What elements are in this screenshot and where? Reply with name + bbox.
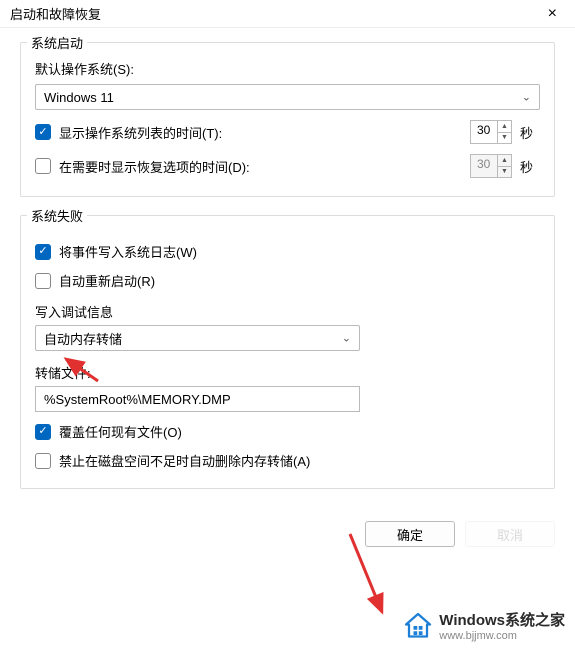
house-icon bbox=[403, 611, 433, 641]
dump-type-select[interactable]: 自动内存转储 ⌄ bbox=[35, 325, 360, 351]
system-failure-legend: 系统失败 bbox=[27, 206, 87, 225]
debug-info-label: 写入调试信息 bbox=[35, 302, 540, 321]
ok-button[interactable]: 确定 bbox=[365, 521, 455, 547]
dump-file-label: 转储文件: bbox=[35, 363, 540, 382]
dialog-buttons: 确定 取消 bbox=[0, 517, 575, 551]
chevron-down-icon: ⌄ bbox=[522, 91, 531, 104]
ok-label: 确定 bbox=[397, 525, 423, 544]
dump-file-value: %SystemRoot%\MEMORY.DMP bbox=[44, 392, 231, 407]
dump-file-input[interactable]: %SystemRoot%\MEMORY.DMP bbox=[35, 386, 360, 412]
default-os-value: Windows 11 bbox=[44, 90, 114, 105]
system-failure-group: 系统失败 将事件写入系统日志(W) 自动重新启动(R) 写入调试信息 自动内存转… bbox=[20, 215, 555, 489]
show-os-list-checkbox[interactable] bbox=[35, 124, 51, 140]
write-event-row: 将事件写入系统日志(W) bbox=[35, 242, 540, 261]
overwrite-label: 覆盖任何现有文件(O) bbox=[59, 422, 182, 441]
auto-restart-label: 自动重新启动(R) bbox=[59, 271, 155, 290]
show-os-list-seconds[interactable]: 30 ▲ ▼ bbox=[470, 120, 512, 144]
window-title: 启动和故障恢复 bbox=[10, 4, 101, 23]
dump-type-value: 自动内存转储 bbox=[44, 329, 122, 348]
overwrite-checkbox[interactable] bbox=[35, 424, 51, 440]
auto-restart-row: 自动重新启动(R) bbox=[35, 271, 540, 290]
close-button[interactable]: × bbox=[540, 3, 565, 25]
spinner-arrows: ▲ ▼ bbox=[497, 155, 511, 177]
overwrite-row: 覆盖任何现有文件(O) bbox=[35, 422, 540, 441]
watermark-title: Windows系统之家 bbox=[439, 612, 565, 629]
titlebar: 启动和故障恢复 × bbox=[0, 0, 575, 28]
cancel-label: 取消 bbox=[497, 525, 523, 544]
watermark-text: Windows系统之家 www.bjjmw.com bbox=[439, 609, 565, 642]
show-recovery-seconds: 30 ▲ ▼ bbox=[470, 154, 512, 178]
seconds-unit: 秒 bbox=[520, 157, 540, 176]
show-recovery-value: 30 bbox=[477, 157, 490, 171]
write-event-label: 将事件写入系统日志(W) bbox=[59, 242, 197, 261]
show-recovery-checkbox[interactable] bbox=[35, 158, 51, 174]
spinner-up-icon[interactable]: ▲ bbox=[498, 121, 511, 133]
auto-restart-checkbox[interactable] bbox=[35, 273, 51, 289]
show-recovery-label: 在需要时显示恢复选项的时间(D): bbox=[59, 157, 470, 176]
chevron-down-icon: ⌄ bbox=[342, 332, 351, 345]
cancel-button[interactable]: 取消 bbox=[465, 521, 555, 547]
show-os-list-value: 30 bbox=[477, 123, 490, 137]
watermark-url: www.bjjmw.com bbox=[439, 630, 565, 642]
default-os-label: 默认操作系统(S): bbox=[35, 59, 540, 78]
spinner-down-icon[interactable]: ▼ bbox=[498, 133, 511, 144]
default-os-select[interactable]: Windows 11 ⌄ bbox=[35, 84, 540, 110]
show-os-list-label: 显示操作系统列表的时间(T): bbox=[59, 123, 470, 142]
watermark: Windows系统之家 www.bjjmw.com bbox=[403, 609, 565, 642]
system-startup-group: 系统启动 默认操作系统(S): Windows 11 ⌄ 显示操作系统列表的时间… bbox=[20, 42, 555, 197]
seconds-unit: 秒 bbox=[520, 123, 540, 142]
spinner-up-icon: ▲ bbox=[498, 155, 511, 167]
spinner-arrows: ▲ ▼ bbox=[497, 121, 511, 143]
nodelete-label: 禁止在磁盘空间不足时自动删除内存转储(A) bbox=[59, 451, 310, 470]
write-event-checkbox[interactable] bbox=[35, 244, 51, 260]
show-os-list-row: 显示操作系统列表的时间(T): 30 ▲ ▼ 秒 bbox=[35, 120, 540, 144]
system-startup-legend: 系统启动 bbox=[27, 33, 87, 52]
show-recovery-row: 在需要时显示恢复选项的时间(D): 30 ▲ ▼ 秒 bbox=[35, 154, 540, 178]
nodelete-checkbox[interactable] bbox=[35, 453, 51, 469]
spinner-down-icon: ▼ bbox=[498, 167, 511, 178]
nodelete-row: 禁止在磁盘空间不足时自动删除内存转储(A) bbox=[35, 451, 540, 470]
dialog-content: 系统启动 默认操作系统(S): Windows 11 ⌄ 显示操作系统列表的时间… bbox=[0, 28, 575, 517]
